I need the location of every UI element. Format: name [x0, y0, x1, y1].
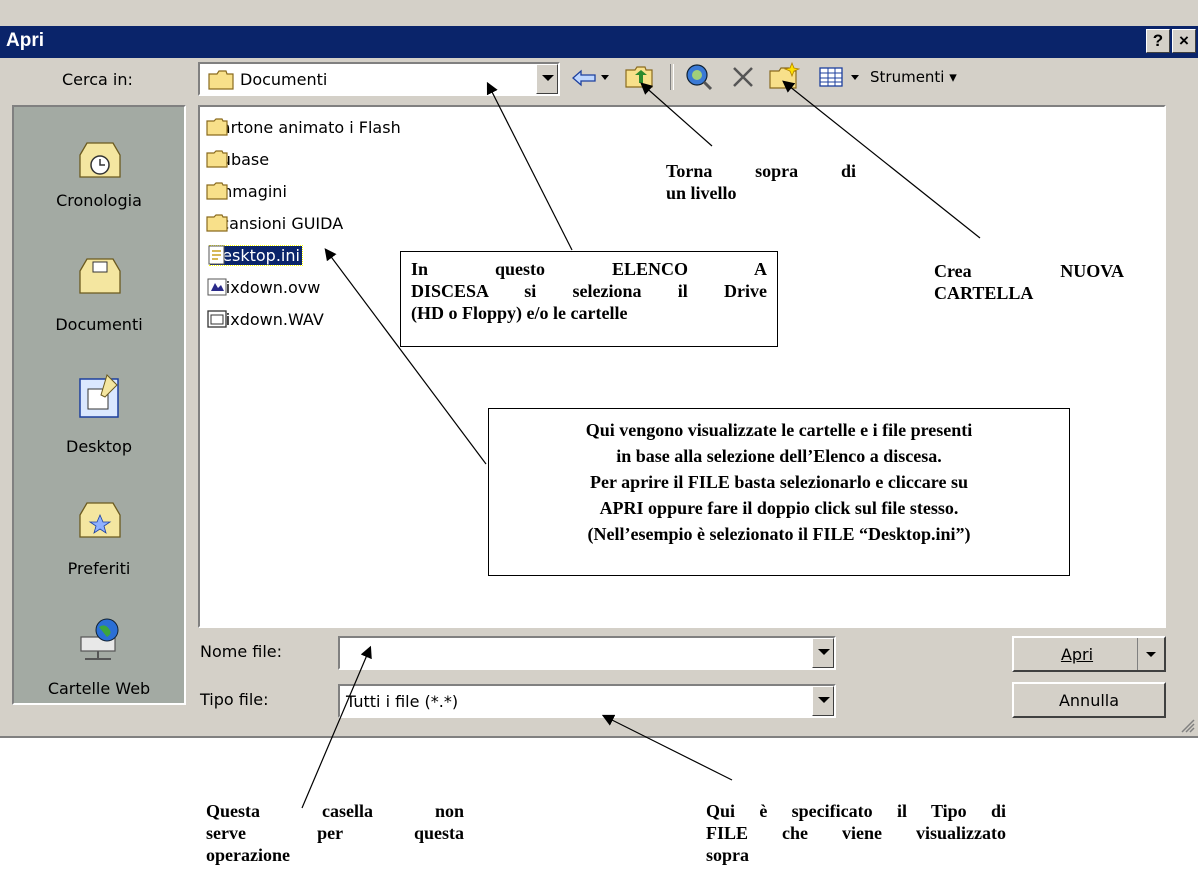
annotation-dropdown: In questo ELENCO A DISCESA si seleziona … — [400, 251, 778, 347]
annotation-new-folder: Crea NUOVA CARTELLA — [934, 261, 1124, 303]
arrow-filetype — [601, 714, 733, 781]
annotation-file-list: Qui vengono visualizzate le cartelle e i… — [488, 408, 1070, 576]
arrow-up-level — [640, 82, 713, 147]
arrow-filename — [301, 645, 372, 809]
arrow-dropdown — [486, 81, 573, 251]
annotation-up-level: Torna sopra di un livello — [666, 161, 856, 203]
annotation-filename: Questa casella non serve per questa oper… — [206, 801, 464, 865]
annotation-filetype: Qui è specificato il Tipo di FILE che vi… — [706, 801, 1006, 865]
